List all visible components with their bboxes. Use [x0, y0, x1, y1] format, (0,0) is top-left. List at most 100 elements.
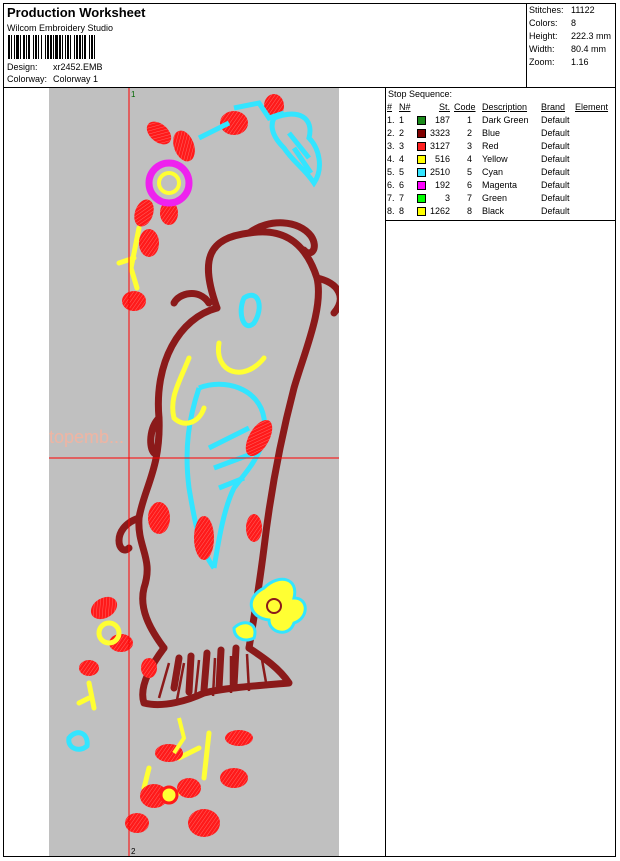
stat-value: 80.4 mm [571, 44, 607, 54]
stat-value: 1.16 [571, 57, 589, 67]
barcode-bar [91, 35, 93, 59]
design-preview-pane: topemb... 1 2 [4, 88, 386, 856]
stop-sequence-title: Stop Sequence: [388, 89, 453, 99]
design-label: Design: [7, 62, 38, 72]
row-code: 5 [466, 167, 472, 177]
barcode-bar [70, 35, 71, 59]
header-description: Description [482, 102, 528, 112]
row-description: Dark Green [482, 115, 529, 125]
table-row: 7. 7 3 7 Green Default [386, 192, 615, 205]
stat-stitches: Stitches: 11122 [529, 5, 595, 15]
row-needle: 5 [399, 167, 405, 177]
header-needle: N# [399, 102, 411, 112]
stat-colors: Colors: 8 [529, 18, 576, 28]
row-description: Green [482, 193, 508, 203]
magenta-flower [145, 159, 193, 207]
table-row: 4. 4 516 4 Yellow Default [386, 153, 615, 166]
stop-sequence-table: # N# St. Code Description Brand Element … [386, 101, 615, 218]
barcode-bar [38, 35, 39, 59]
color-swatch [417, 168, 426, 177]
barcode-bar [84, 35, 86, 59]
barcode-bar [33, 35, 34, 59]
row-needle: 8 [399, 206, 405, 216]
stat-label: Height: [529, 31, 558, 41]
barcode-bar [26, 35, 27, 59]
row-index: 3. [387, 141, 395, 151]
row-needle: 2 [399, 128, 405, 138]
row-index: 5. [387, 167, 395, 177]
row-code: 3 [466, 141, 472, 151]
table-header-row: # N# St. Code Description Brand Element [386, 101, 615, 114]
header-index: # [387, 102, 393, 112]
barcode-bar [82, 35, 83, 59]
row-code: 1 [466, 115, 472, 125]
design-canvas: topemb... 1 2 [4, 88, 344, 856]
row-stitches: 516 [434, 154, 450, 164]
end-marker: 2 [131, 847, 136, 856]
row-brand: Default [541, 193, 570, 203]
colorway-label: Colorway: [7, 74, 48, 84]
row-code: 7 [466, 193, 472, 203]
stop-sequence-panel: Stop Sequence: # N# St. Code Description… [386, 88, 615, 221]
color-swatch [417, 142, 426, 151]
table-row: 3. 3 3127 3 Red Default [386, 140, 615, 153]
row-index: 4. [387, 154, 395, 164]
stat-label: Colors: [529, 18, 558, 28]
row-stitches: 2510 [429, 167, 450, 177]
stat-width: Width: 80.4 mm [529, 44, 606, 54]
barcode-bar [28, 35, 30, 59]
barcode-bar [47, 35, 49, 59]
row-description: Blue [482, 128, 501, 138]
worksheet-header: Production Worksheet Wilcom Embroidery S… [4, 4, 615, 88]
barcode-bar [20, 35, 21, 59]
barcode-bar [11, 35, 12, 59]
barcode-bar [94, 35, 95, 59]
barcode-bar [45, 35, 46, 59]
watermark-text: topemb... [49, 427, 124, 447]
row-stitches: 1262 [429, 206, 450, 216]
barcode-bar [76, 35, 78, 59]
stat-value: 222.3 mm [571, 31, 612, 41]
barcode-bar [23, 35, 25, 59]
row-code: 2 [466, 128, 472, 138]
row-brand: Default [541, 154, 570, 164]
barcode-bar [35, 35, 37, 59]
row-code: 8 [466, 206, 472, 216]
color-swatch [417, 155, 426, 164]
production-worksheet: Production Worksheet Wilcom Embroidery S… [3, 3, 616, 857]
barcode-bar [53, 35, 54, 59]
page-title: Production Worksheet [7, 5, 146, 20]
header-brand: Brand [541, 102, 566, 112]
row-stitches: 3323 [429, 128, 450, 138]
barcode-bar [14, 35, 15, 59]
stats-panel: Stitches: 11122 Colors: 8 Height: 222.3 mm … [526, 4, 615, 87]
table-row: 6. 6 192 6 Magenta Default [386, 179, 615, 192]
row-description: Yellow [482, 154, 508, 164]
row-brand: Default [541, 180, 570, 190]
color-swatch [417, 116, 426, 125]
barcode-bar [16, 35, 19, 59]
row-needle: 7 [399, 193, 405, 203]
row-stitches: 3127 [429, 141, 450, 151]
stat-label: Stitches: [529, 5, 564, 15]
embroidery-design-image: topemb... 1 2 [4, 88, 344, 856]
stat-height: Height: 222.3 mm [529, 31, 611, 41]
row-needle: 4 [399, 154, 405, 164]
stat-label: Zoom: [529, 57, 555, 67]
table-row: 8. 8 1262 8 Black Default [386, 205, 615, 218]
design-filename: xr2452.EMB [53, 62, 103, 72]
row-brand: Default [541, 206, 570, 216]
row-brand: Default [541, 141, 570, 151]
barcode-bar [89, 35, 90, 59]
start-marker: 1 [131, 90, 136, 99]
row-brand: Default [541, 115, 570, 125]
cyan-flower-mid [232, 577, 307, 642]
row-description: Red [482, 141, 499, 151]
yellow-accents [76, 225, 267, 796]
row-stitches: 187 [434, 115, 450, 125]
design-row: Design: xr2452.EMB [7, 62, 103, 72]
header-element: Element [575, 102, 609, 112]
color-swatch [417, 194, 426, 203]
colorway-row: Colorway: Colorway 1 [7, 74, 98, 84]
row-description: Black [482, 206, 505, 216]
